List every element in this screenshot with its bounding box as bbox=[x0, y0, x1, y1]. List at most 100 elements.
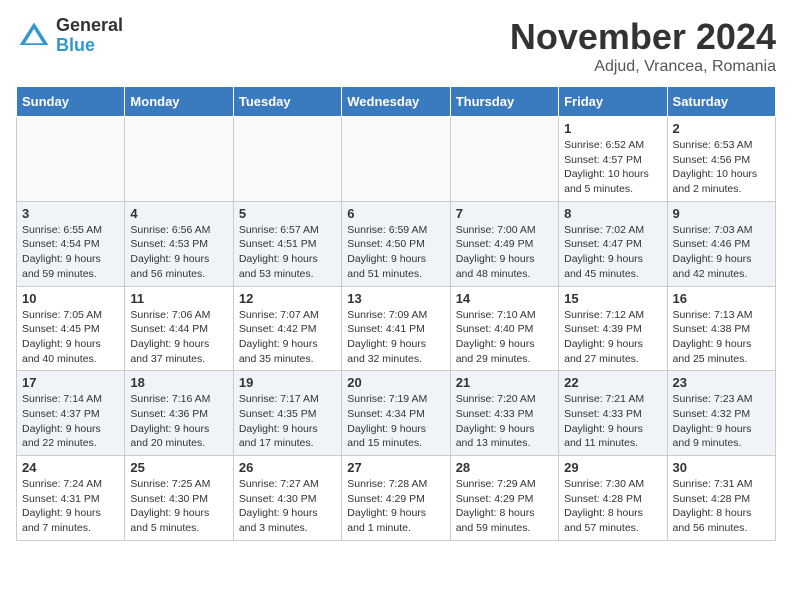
day-number: 11 bbox=[130, 291, 227, 306]
day-number: 4 bbox=[130, 206, 227, 221]
day-number: 22 bbox=[564, 375, 661, 390]
calendar-cell bbox=[450, 117, 558, 202]
calendar-cell: 29Sunrise: 7:30 AM Sunset: 4:28 PM Dayli… bbox=[559, 456, 667, 541]
day-number: 10 bbox=[22, 291, 119, 306]
calendar-cell bbox=[17, 117, 125, 202]
day-number: 25 bbox=[130, 460, 227, 475]
location-subtitle: Adjud, Vrancea, Romania bbox=[510, 58, 776, 76]
calendar-cell: 1 Sunrise: 6:52 AM Sunset: 4:57 PM Daylig… bbox=[559, 117, 667, 202]
day-info: Sunrise: 7:21 AM Sunset: 4:33 PM Dayligh… bbox=[564, 392, 661, 451]
day-number: 18 bbox=[130, 375, 227, 390]
calendar-week-5: 24 Sunrise: 7:24 AM Sunset: 4:31 PM Dayli… bbox=[17, 456, 776, 541]
day-info: Sunrise: 7:13 AM Sunset: 4:38 PM Dayligh… bbox=[673, 308, 770, 367]
column-header-monday: Monday bbox=[125, 87, 233, 117]
day-info: Sunrise: 7:19 AM Sunset: 4:34 PM Dayligh… bbox=[347, 392, 444, 451]
column-header-sunday: Sunday bbox=[17, 87, 125, 117]
day-number: 1 bbox=[564, 121, 661, 136]
day-number: 20 bbox=[347, 375, 444, 390]
calendar-cell bbox=[125, 117, 233, 202]
calendar-cell: 7 Sunrise: 7:00 AM Sunset: 4:49 PM Daylig… bbox=[450, 201, 558, 286]
day-info: Sunrise: 7:07 AM Sunset: 4:42 PM Dayligh… bbox=[239, 308, 336, 367]
logo: General Blue bbox=[16, 16, 123, 56]
day-info: Sunrise: 6:56 AM Sunset: 4:53 PM Dayligh… bbox=[130, 223, 227, 282]
calendar-cell: 15Sunrise: 7:12 AM Sunset: 4:39 PM Dayli… bbox=[559, 286, 667, 371]
calendar-cell: 20 Sunrise: 7:19 AM Sunset: 4:34 PM Dayli… bbox=[342, 371, 450, 456]
calendar-cell: 13Sunrise: 7:09 AM Sunset: 4:41 PM Dayli… bbox=[342, 286, 450, 371]
calendar-cell: 12 Sunrise: 7:07 AM Sunset: 4:42 PM Dayli… bbox=[233, 286, 341, 371]
title-area: November 2024 Adjud, Vrancea, Romania bbox=[510, 16, 776, 76]
calendar-week-3: 10 Sunrise: 7:05 AM Sunset: 4:45 PM Dayli… bbox=[17, 286, 776, 371]
day-number: 17 bbox=[22, 375, 119, 390]
day-number: 8 bbox=[564, 206, 661, 221]
header: General Blue November 2024 Adjud, Vrance… bbox=[16, 16, 776, 76]
calendar-cell: 19 Sunrise: 7:17 AM Sunset: 4:35 PM Dayli… bbox=[233, 371, 341, 456]
day-number: 14 bbox=[456, 291, 553, 306]
calendar-cell: 30 Sunrise: 7:31 AM Sunset: 4:28 PM Dayli… bbox=[667, 456, 775, 541]
logo-text: General Blue bbox=[56, 16, 123, 56]
day-number: 19 bbox=[239, 375, 336, 390]
calendar-cell: 21 Sunrise: 7:20 AM Sunset: 4:33 PM Dayli… bbox=[450, 371, 558, 456]
day-number: 23 bbox=[673, 375, 770, 390]
day-number: 30 bbox=[673, 460, 770, 475]
calendar-cell: 23Sunrise: 7:23 AM Sunset: 4:32 PM Dayli… bbox=[667, 371, 775, 456]
day-info: Sunrise: 6:57 AM Sunset: 4:51 PM Dayligh… bbox=[239, 223, 336, 282]
month-title: November 2024 bbox=[510, 16, 776, 58]
calendar-cell: 27 Sunrise: 7:28 AM Sunset: 4:29 PM Dayli… bbox=[342, 456, 450, 541]
day-number: 2 bbox=[673, 121, 770, 136]
day-number: 21 bbox=[456, 375, 553, 390]
day-number: 16 bbox=[673, 291, 770, 306]
day-info: Sunrise: 7:29 AM Sunset: 4:29 PM Dayligh… bbox=[456, 477, 553, 536]
calendar-cell: 26Sunrise: 7:27 AM Sunset: 4:30 PM Dayli… bbox=[233, 456, 341, 541]
calendar-cell: 25Sunrise: 7:25 AM Sunset: 4:30 PM Dayli… bbox=[125, 456, 233, 541]
day-info: Sunrise: 7:16 AM Sunset: 4:36 PM Dayligh… bbox=[130, 392, 227, 451]
day-info: Sunrise: 7:12 AM Sunset: 4:39 PM Dayligh… bbox=[564, 308, 661, 367]
day-info: Sunrise: 7:00 AM Sunset: 4:49 PM Dayligh… bbox=[456, 223, 553, 282]
calendar-header-row: SundayMondayTuesdayWednesdayThursdayFrid… bbox=[17, 87, 776, 117]
calendar-cell: 8Sunrise: 7:02 AM Sunset: 4:47 PM Daylig… bbox=[559, 201, 667, 286]
day-info: Sunrise: 7:06 AM Sunset: 4:44 PM Dayligh… bbox=[130, 308, 227, 367]
day-info: Sunrise: 7:14 AM Sunset: 4:37 PM Dayligh… bbox=[22, 392, 119, 451]
column-header-saturday: Saturday bbox=[667, 87, 775, 117]
calendar-cell: 17 Sunrise: 7:14 AM Sunset: 4:37 PM Dayli… bbox=[17, 371, 125, 456]
calendar-cell bbox=[233, 117, 341, 202]
day-info: Sunrise: 7:28 AM Sunset: 4:29 PM Dayligh… bbox=[347, 477, 444, 536]
day-info: Sunrise: 7:05 AM Sunset: 4:45 PM Dayligh… bbox=[22, 308, 119, 367]
day-number: 3 bbox=[22, 206, 119, 221]
calendar-cell: 22 Sunrise: 7:21 AM Sunset: 4:33 PM Dayli… bbox=[559, 371, 667, 456]
day-info: Sunrise: 7:24 AM Sunset: 4:31 PM Dayligh… bbox=[22, 477, 119, 536]
day-number: 12 bbox=[239, 291, 336, 306]
day-info: Sunrise: 7:17 AM Sunset: 4:35 PM Dayligh… bbox=[239, 392, 336, 451]
calendar-cell: 18 Sunrise: 7:16 AM Sunset: 4:36 PM Dayli… bbox=[125, 371, 233, 456]
day-number: 27 bbox=[347, 460, 444, 475]
day-info: Sunrise: 6:52 AM Sunset: 4:57 PM Dayligh… bbox=[564, 138, 661, 197]
calendar-cell: 14Sunrise: 7:10 AM Sunset: 4:40 PM Dayli… bbox=[450, 286, 558, 371]
day-number: 24 bbox=[22, 460, 119, 475]
calendar-cell: 6 Sunrise: 6:59 AM Sunset: 4:50 PM Daylig… bbox=[342, 201, 450, 286]
day-number: 7 bbox=[456, 206, 553, 221]
day-info: Sunrise: 7:09 AM Sunset: 4:41 PM Dayligh… bbox=[347, 308, 444, 367]
day-info: Sunrise: 7:03 AM Sunset: 4:46 PM Dayligh… bbox=[673, 223, 770, 282]
day-number: 9 bbox=[673, 206, 770, 221]
day-info: Sunrise: 6:59 AM Sunset: 4:50 PM Dayligh… bbox=[347, 223, 444, 282]
day-number: 26 bbox=[239, 460, 336, 475]
calendar-cell: 5 Sunrise: 6:57 AM Sunset: 4:51 PM Daylig… bbox=[233, 201, 341, 286]
column-header-thursday: Thursday bbox=[450, 87, 558, 117]
calendar-cell: 24 Sunrise: 7:24 AM Sunset: 4:31 PM Dayli… bbox=[17, 456, 125, 541]
day-info: Sunrise: 7:20 AM Sunset: 4:33 PM Dayligh… bbox=[456, 392, 553, 451]
calendar-cell: 2Sunrise: 6:53 AM Sunset: 4:56 PM Daylig… bbox=[667, 117, 775, 202]
column-header-friday: Friday bbox=[559, 87, 667, 117]
logo-icon bbox=[16, 18, 52, 54]
calendar-cell: 11 Sunrise: 7:06 AM Sunset: 4:44 PM Dayli… bbox=[125, 286, 233, 371]
calendar-week-4: 17 Sunrise: 7:14 AM Sunset: 4:37 PM Dayli… bbox=[17, 371, 776, 456]
logo-general-text: General bbox=[56, 16, 123, 36]
day-number: 28 bbox=[456, 460, 553, 475]
day-info: Sunrise: 7:31 AM Sunset: 4:28 PM Dayligh… bbox=[673, 477, 770, 536]
calendar-cell: 16 Sunrise: 7:13 AM Sunset: 4:38 PM Dayli… bbox=[667, 286, 775, 371]
day-number: 6 bbox=[347, 206, 444, 221]
logo-blue-text: Blue bbox=[56, 36, 123, 56]
calendar-cell: 10 Sunrise: 7:05 AM Sunset: 4:45 PM Dayli… bbox=[17, 286, 125, 371]
calendar-cell bbox=[342, 117, 450, 202]
calendar-cell: 28 Sunrise: 7:29 AM Sunset: 4:29 PM Dayli… bbox=[450, 456, 558, 541]
calendar-table: SundayMondayTuesdayWednesdayThursdayFrid… bbox=[16, 86, 776, 541]
day-number: 5 bbox=[239, 206, 336, 221]
